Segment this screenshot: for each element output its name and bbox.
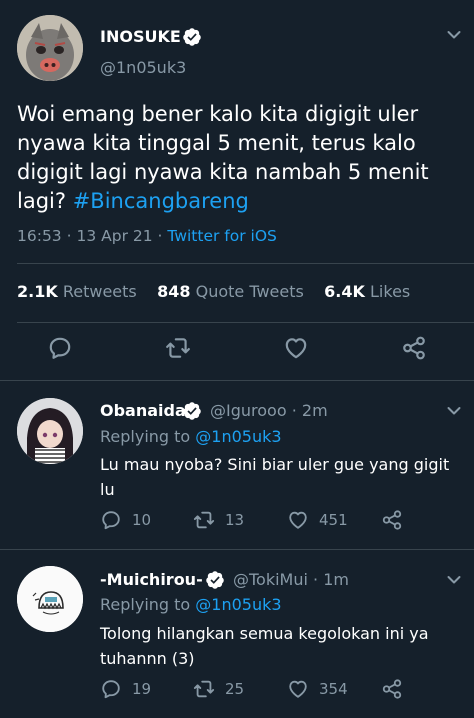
retweet-count: 25 (225, 680, 245, 698)
share-icon (381, 678, 403, 700)
meta-separator: · (313, 570, 319, 589)
meta-separator: · (291, 401, 297, 420)
like-button[interactable]: 451 (287, 509, 348, 531)
share-icon (401, 335, 427, 361)
handle[interactable]: @TokiMui (233, 570, 308, 589)
quote-tweets-stat[interactable]: 848 Quote Tweets (157, 282, 304, 301)
mention-link[interactable]: @1n05uk3 (195, 427, 281, 446)
tweet-stats: 2.1K Retweets 848 Quote Tweets 6.4K Like… (17, 282, 410, 301)
reply-button[interactable]: 19 (100, 678, 151, 700)
reply-time: 1m (323, 570, 349, 589)
verified-badge-icon (182, 401, 202, 421)
hashtag-link[interactable]: #Bincangbareng (73, 189, 249, 213)
retweet-icon (193, 678, 215, 700)
like-icon (287, 509, 309, 531)
chevron-down-icon[interactable] (447, 30, 461, 40)
share-button[interactable] (381, 509, 403, 531)
like-count: 354 (319, 680, 348, 698)
reply-handle-time: @Igurooo · 2m (210, 401, 328, 420)
reply-time: 2m (301, 401, 328, 420)
replying-to: Replying to @1n05uk3 (100, 427, 282, 446)
reply-handle-time: @TokiMui · 1m (233, 570, 349, 589)
retweets-stat[interactable]: 2.1K Retweets (17, 282, 137, 301)
share-button[interactable] (401, 335, 427, 361)
doodle-avatar-icon (17, 566, 83, 632)
like-button[interactable]: 354 (287, 678, 348, 700)
avatar[interactable] (17, 566, 83, 632)
like-icon (283, 335, 309, 361)
meta-separator: · (157, 227, 163, 245)
boar-mask-avatar-icon (17, 15, 83, 81)
main-tweet: INOSUKE @1n05uk3 Woi emang bener kalo ki… (0, 0, 474, 380)
share-icon (381, 509, 403, 531)
like-icon (287, 678, 309, 700)
reply-count: 19 (132, 680, 152, 698)
like-count: 451 (319, 511, 348, 529)
retweet-icon (193, 509, 215, 531)
tweet-text: Woi emang bener kalo kita digigit uler n… (17, 100, 465, 216)
tweet-source-link[interactable]: Twitter for iOS (167, 227, 276, 245)
handle[interactable]: @Igurooo (210, 401, 287, 420)
mention-link[interactable]: @1n05uk3 (195, 595, 281, 614)
verified-badge-icon (205, 570, 225, 590)
avatar[interactable] (17, 15, 83, 81)
retweet-count: 13 (225, 511, 245, 529)
divider (17, 322, 474, 323)
meta-separator: · (66, 227, 72, 245)
like-button[interactable] (283, 335, 309, 361)
reply-text: Tolong hilangkan semua kegolokan ini ya … (100, 624, 429, 668)
divider (17, 263, 474, 264)
chevron-down-icon[interactable] (447, 575, 461, 585)
chevron-down-icon[interactable] (447, 406, 461, 416)
handle[interactable]: @1n05uk3 (100, 58, 186, 77)
display-name[interactable]: Obanaida (100, 401, 186, 420)
reply-icon (47, 335, 73, 361)
tweet-date: 13 Apr 21 (76, 227, 153, 245)
verified-badge-icon (182, 27, 202, 47)
reply-count: 10 (132, 511, 152, 529)
divider (0, 380, 474, 381)
divider (0, 549, 474, 550)
reply-button[interactable] (47, 335, 73, 361)
replying-to: Replying to @1n05uk3 (100, 595, 282, 614)
tweet-meta: 16:53 · 13 Apr 21 · Twitter for iOS (17, 227, 277, 245)
retweet-button[interactable]: 13 (193, 509, 244, 531)
likes-stat[interactable]: 6.4K Likes (324, 282, 410, 301)
retweet-button[interactable] (165, 335, 191, 361)
display-name[interactable]: INOSUKE (100, 27, 181, 46)
retweet-button[interactable]: 25 (193, 678, 244, 700)
reply-text: Lu mau nyoba? Sini biar uler gue yang gi… (100, 455, 450, 499)
retweet-icon (165, 335, 191, 361)
reply-icon (100, 678, 122, 700)
share-button[interactable] (381, 678, 403, 700)
reply-icon (100, 509, 122, 531)
tweet-time: 16:53 (17, 227, 62, 245)
avatar[interactable] (17, 398, 83, 464)
reply-button[interactable]: 10 (100, 509, 151, 531)
display-name[interactable]: -Muichirou- (100, 570, 203, 589)
anime-character-avatar-icon (17, 398, 83, 464)
